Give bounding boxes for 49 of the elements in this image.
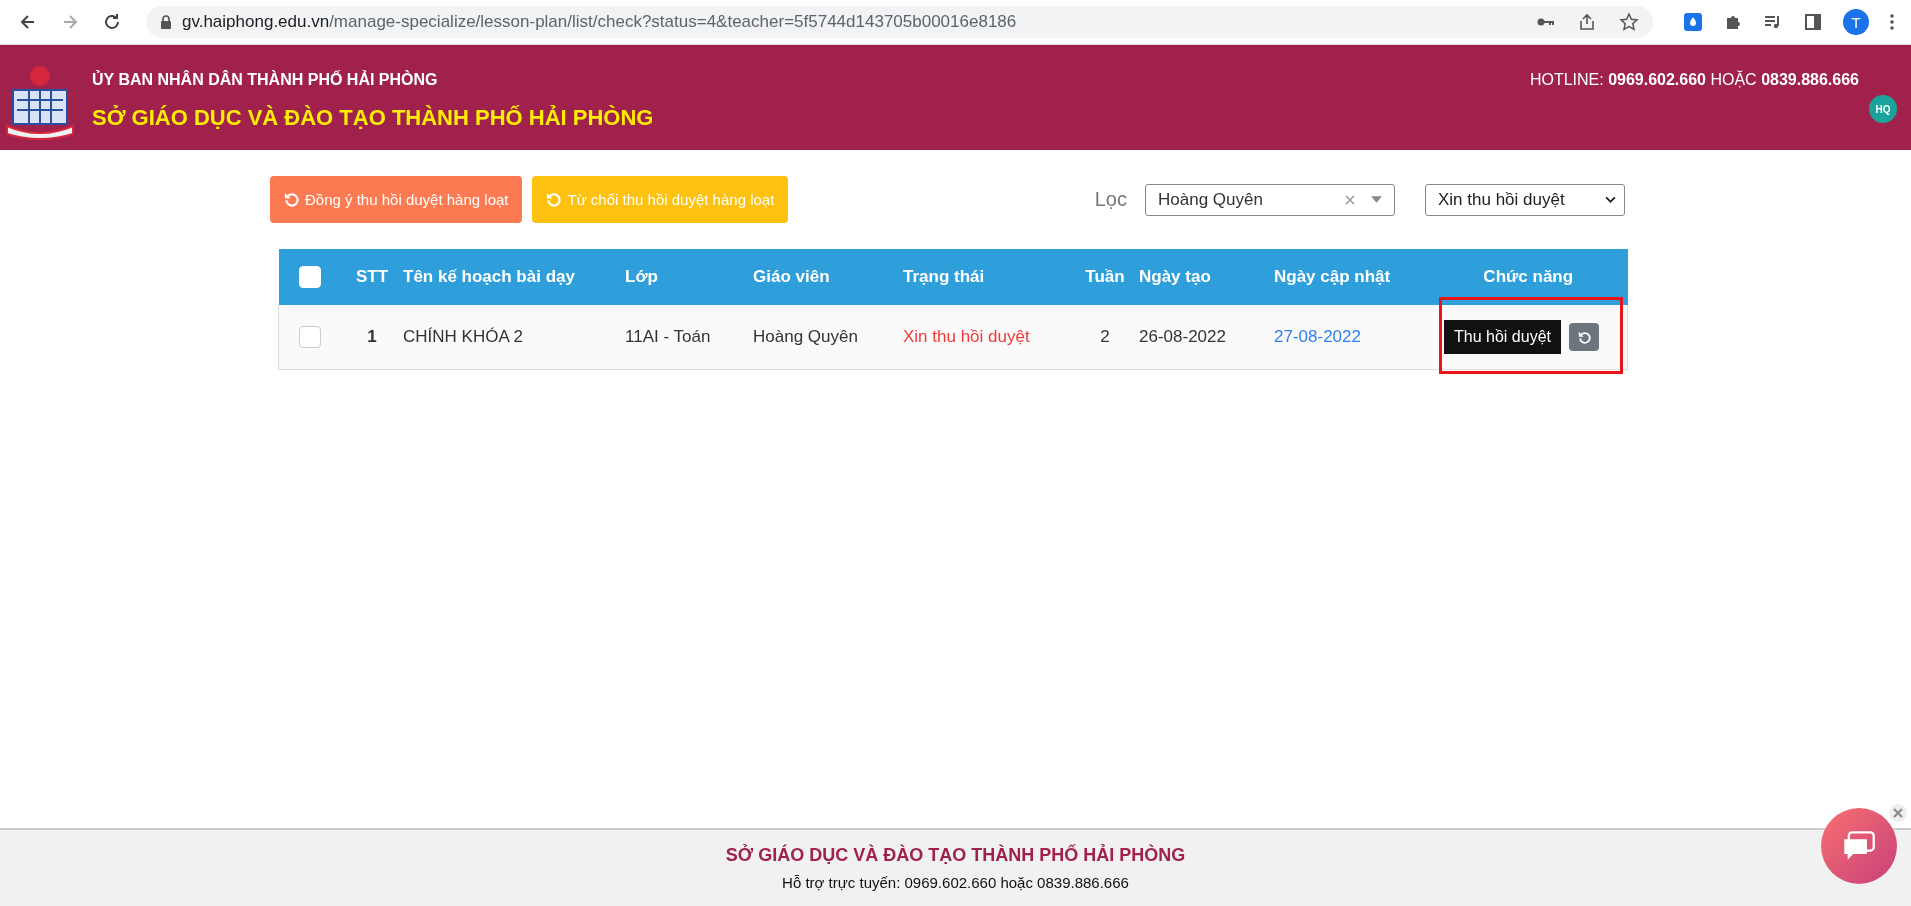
- undo-icon: [546, 192, 562, 207]
- more-icon[interactable]: [1889, 12, 1895, 32]
- support-text: Hỗ trợ trực tuyến: 0969.602.660 hoặc 0839.886.666: [782, 874, 1129, 891]
- table-cell: Xin thu hồi duyệt: [903, 327, 1030, 346]
- tooltip: Thu hồi duyệt: [1444, 320, 1561, 354]
- date-link[interactable]: 27-08-2022: [1274, 327, 1361, 346]
- star-icon[interactable]: [1619, 12, 1639, 32]
- column-header: Tuần: [1071, 249, 1139, 305]
- chevron-icon: [1605, 196, 1616, 203]
- column-header: Giáo viên: [753, 249, 903, 305]
- user-avatar[interactable]: HQ: [1869, 95, 1897, 123]
- table-cell: 2: [1100, 327, 1110, 346]
- clear-icon[interactable]: [1345, 194, 1355, 205]
- lock-icon: [160, 15, 172, 29]
- row-checkbox[interactable]: [299, 326, 321, 348]
- url-text: gv.haiphong.edu.vn/manage-specialize/lesson-plan/list/check?status=4&teacher=5f5744d143705b00016e8186: [182, 12, 1018, 32]
- hotline-text: HOTLINE: 0969.602.660 HOẶC 0839.886.666: [1529, 71, 1859, 89]
- column-header: Trạng thái: [903, 249, 1071, 305]
- undo-icon: [1577, 330, 1591, 344]
- close-icon[interactable]: [1889, 804, 1907, 822]
- table-cell: Hoàng Quyên: [753, 327, 858, 346]
- status-select[interactable]: Xin thu hồi duyệt: [1425, 183, 1625, 216]
- footer-title: SỞ GIÁO DỤC VÀ ĐÀO TẠO THÀNH PHỐ HẢI PHÒNG: [725, 845, 1186, 866]
- table-cell: 1: [367, 327, 377, 346]
- column-header: Chức năng: [1429, 249, 1628, 305]
- chat-icon: [1842, 830, 1876, 862]
- column-header: Ngày tạo: [1139, 249, 1274, 305]
- column-header: Tên kế hoạch bài dạy: [403, 249, 625, 305]
- revoke-button[interactable]: [1569, 323, 1599, 351]
- share-icon[interactable]: [1577, 12, 1597, 32]
- teacher-select[interactable]: Hoàng Quyên: [1145, 183, 1395, 216]
- select-all-checkbox[interactable]: [298, 266, 321, 288]
- caret-icon: [1371, 196, 1382, 203]
- side-panel-icon[interactable]: [1803, 12, 1823, 32]
- drop-extension-icon[interactable]: [1683, 12, 1703, 32]
- approve-all-button[interactable]: Đồng ý thu hồi duyệt hàng loạt: [270, 176, 523, 223]
- undo-icon: [284, 192, 299, 207]
- table-cell: 11AI - Toán: [625, 327, 711, 346]
- address-bar[interactable]: gv.haiphong.edu.vn/manage-specialize/lesson-plan/list/check?status=4&teacher=5f5744d143705b00016e8186: [146, 6, 1653, 38]
- profile-avatar[interactable]: T: [1843, 9, 1869, 35]
- column-header: Lớp: [625, 249, 753, 305]
- column-header: STT: [341, 249, 403, 305]
- reload-icon[interactable]: [102, 12, 122, 32]
- table-cell: CHÍNH KHÓA 2: [403, 327, 523, 346]
- table-cell: 26-08-2022: [1139, 327, 1226, 346]
- header-title: SỞ GIÁO DỤC VÀ ĐÀO TẠO THÀNH PHỐ HẢI PHÒNG: [92, 105, 655, 131]
- filter-label: Lọc: [1094, 188, 1127, 211]
- column-header: Ngày cập nhật: [1274, 249, 1429, 305]
- header-subtitle: ỦY BAN NHÂN DÂN THÀNH PHỐ HẢI PHÒNG: [92, 71, 439, 89]
